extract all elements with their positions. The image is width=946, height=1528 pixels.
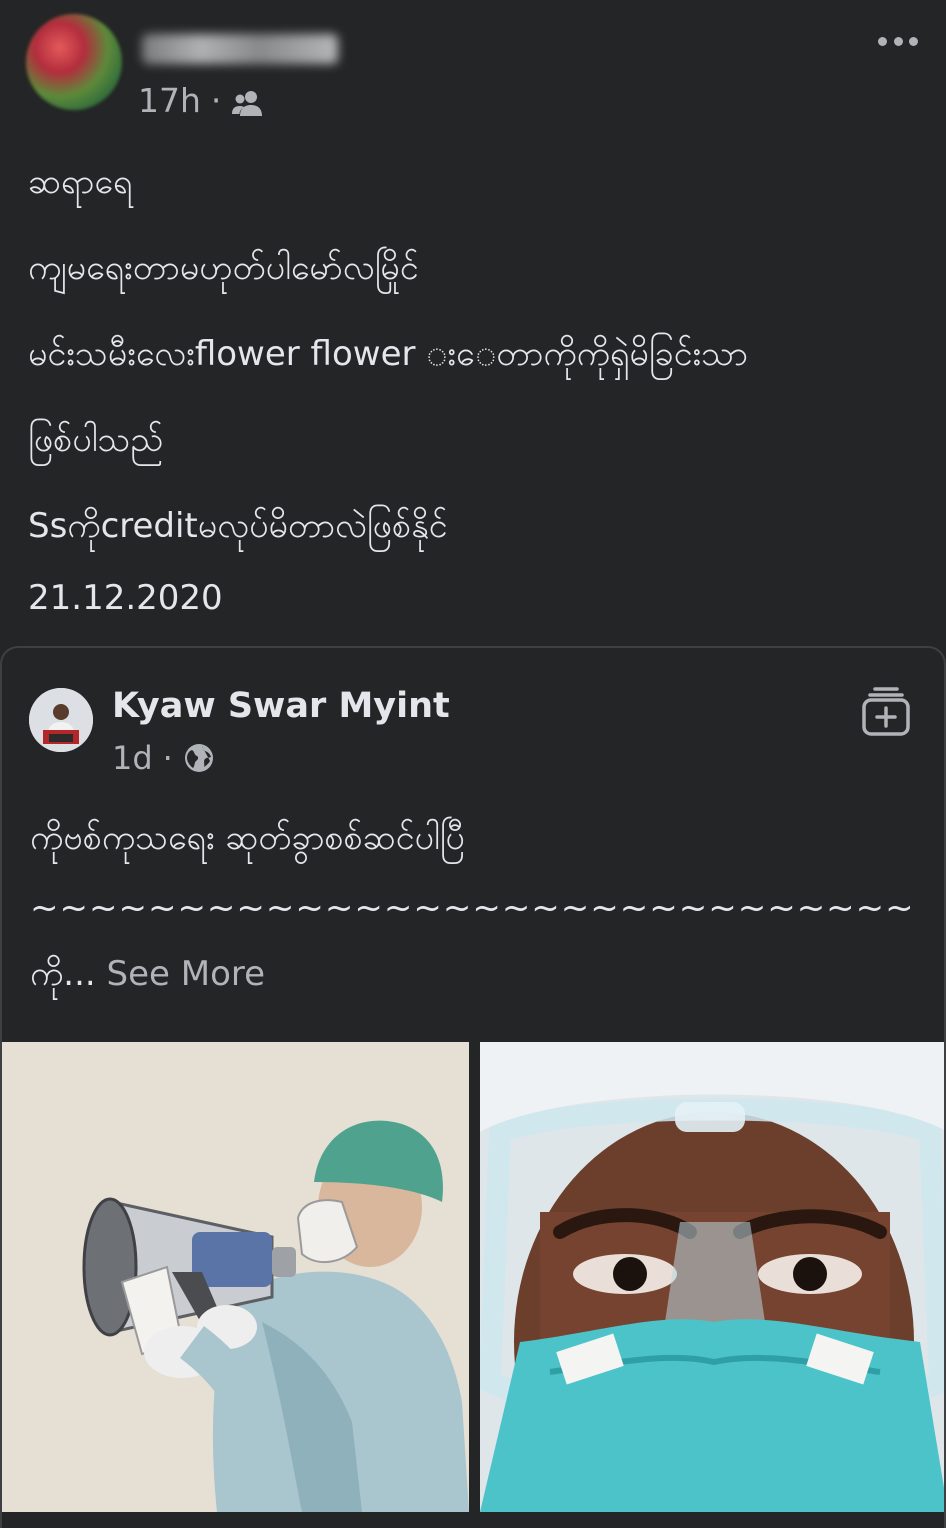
- more-options-icon[interactable]: [878, 24, 918, 58]
- post-line-2: ကျမရေးတာမဟုတ်ပါမော်လမြိုင်: [28, 248, 419, 288]
- shared-line-3: ကို... See More: [30, 952, 265, 996]
- meta-separator: ·: [210, 80, 222, 120]
- post-line-1: ဆရာရေ: [28, 162, 133, 202]
- shared-line-1: ကိုဗစ်ကုသရေး ဆုတ်ခွာစစ်ဆင်ပါပြီ: [30, 818, 465, 858]
- post-date-line: 21.12.2020: [28, 578, 223, 618]
- shared-author-name[interactable]: Kyaw Swar Myint: [112, 686, 450, 726]
- facebook-post: 17h · ဆရာရေ ကျမရေးတာမဟုတ်ပါမော်လမြိုင် မ…: [0, 0, 946, 1528]
- globe-icon[interactable]: [183, 742, 215, 774]
- poster-name-blurred[interactable]: [142, 34, 338, 64]
- shared-post-card[interactable]: Kyaw Swar Myint 1d · ကိုဗစ်ကုသရေး ဆုတ်ခွ…: [0, 646, 946, 1528]
- shared-post-time[interactable]: 1d: [112, 739, 153, 777]
- see-more-link[interactable]: See More: [107, 954, 266, 994]
- post-line-4: ဖြစ်ပါသည်: [28, 420, 164, 460]
- shared-image-left[interactable]: [2, 1042, 469, 1512]
- shared-post-meta: 1d ·: [112, 736, 215, 780]
- friends-icon[interactable]: [231, 86, 265, 116]
- post-meta: 17h ·: [138, 78, 265, 122]
- save-collection-icon[interactable]: [862, 686, 910, 736]
- post-line-5: Ssကိုcreditမလုပ်မိတာလဲဖြစ်နိုင်: [28, 506, 448, 546]
- shared-image-right[interactable]: [480, 1042, 944, 1512]
- shared-meta-separator: ·: [162, 739, 173, 777]
- shared-author-avatar[interactable]: [29, 688, 93, 752]
- post-line-3: မင်းသမီးလေးflower flower းေတာကိုကိုရှဲမိ…: [28, 334, 749, 374]
- post-time[interactable]: 17h: [138, 81, 201, 120]
- shared-line-3-prefix: ကို...: [30, 954, 96, 994]
- shared-line-2: ~~~~~~~~~~~~~~~~~~~~~~~~~~~~~~: [30, 888, 915, 928]
- poster-avatar[interactable]: [26, 14, 122, 110]
